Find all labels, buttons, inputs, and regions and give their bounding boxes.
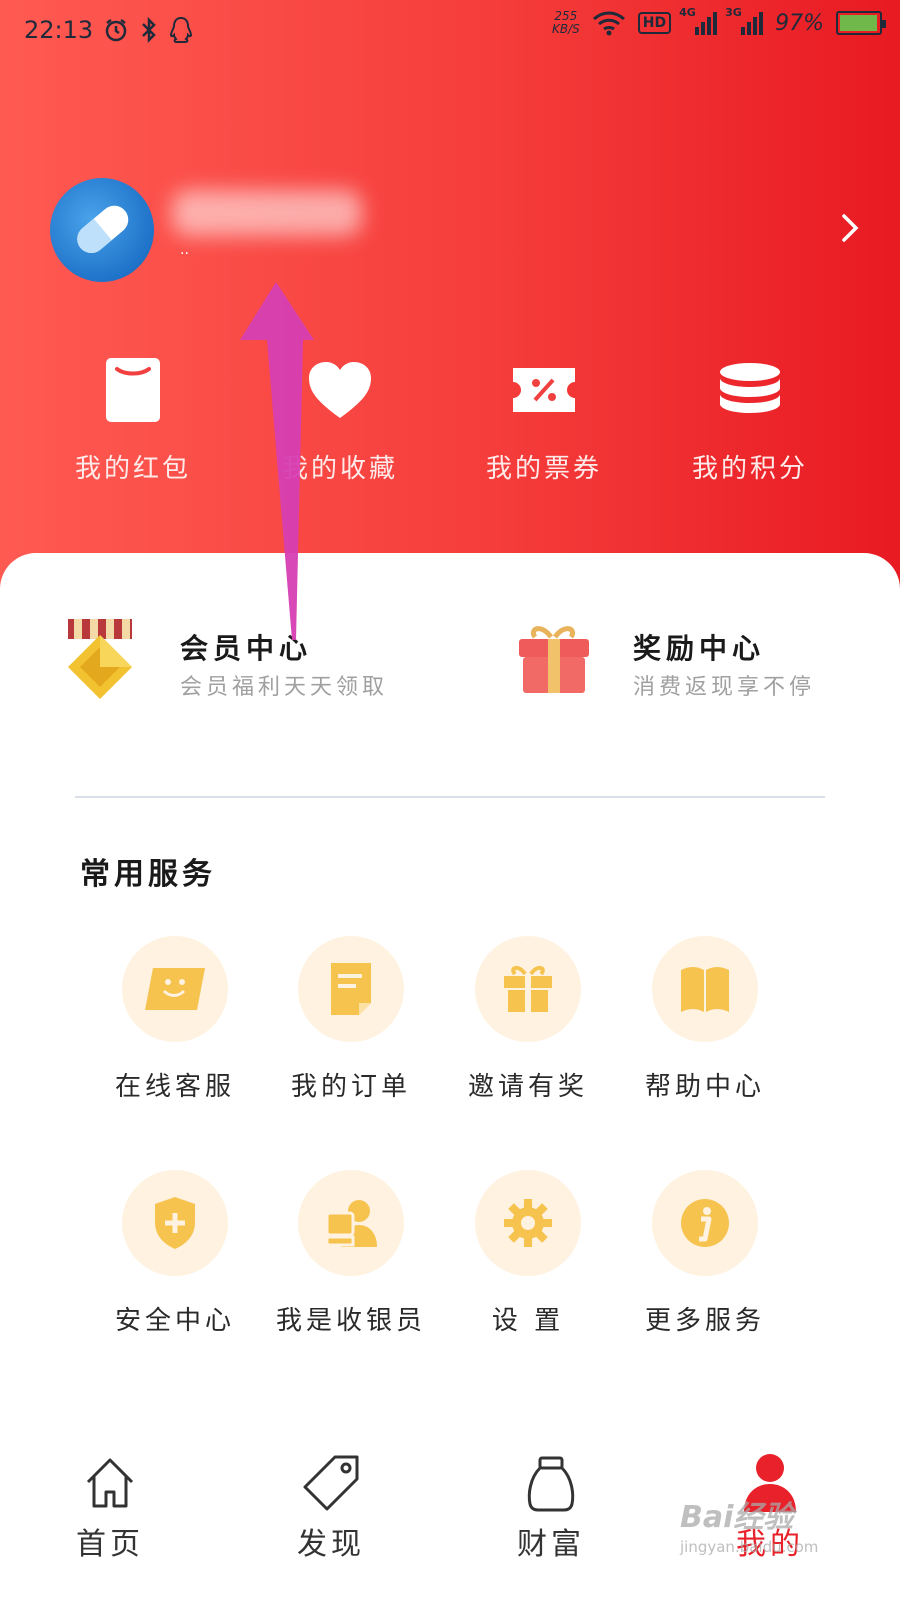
battery-icon xyxy=(836,11,886,35)
order-icon xyxy=(298,936,404,1042)
service-settings[interactable]: 设 置 xyxy=(448,1170,608,1350)
signal-4g-icon: 4G xyxy=(679,6,718,35)
red-envelope-icon xyxy=(93,350,173,430)
money-bag-icon xyxy=(519,1451,583,1515)
quick-item-points[interactable]: 我的积分 xyxy=(650,350,850,500)
network-speed: 255 KB/S xyxy=(551,9,580,36)
service-cashier[interactable]: 我是收银员 xyxy=(271,1170,431,1350)
service-help-center[interactable]: 帮助中心 xyxy=(625,936,785,1116)
gift-box-icon xyxy=(515,615,605,707)
divider xyxy=(75,796,825,798)
quick-item-favorites[interactable]: 我的收藏 xyxy=(240,350,440,500)
quick-item-red-envelope[interactable]: 我的红包 xyxy=(33,350,233,500)
info-icon xyxy=(652,1170,758,1276)
coins-icon xyxy=(710,350,790,430)
coupon-icon xyxy=(504,350,584,430)
member-center-card[interactable]: 会员中心 会员福利天天领取 xyxy=(62,615,462,715)
quick-actions: 我的红包 我的收藏 我的票券 我的积分 xyxy=(0,350,900,500)
nav-discover[interactable]: 发现 xyxy=(261,1435,401,1600)
signal-3g-icon: 3G xyxy=(725,6,764,35)
service-invite-reward[interactable]: 邀请有奖 xyxy=(448,936,608,1116)
chevron-right-icon[interactable] xyxy=(830,208,870,248)
home-icon xyxy=(78,1451,142,1515)
medal-icon xyxy=(62,615,152,707)
nav-wealth[interactable]: 财富 xyxy=(481,1435,621,1600)
cashier-icon xyxy=(298,1170,404,1276)
username-subtitle: .. xyxy=(180,242,189,258)
gift-icon xyxy=(475,936,581,1042)
bluetooth-icon xyxy=(139,17,159,43)
status-time: 22:13 xyxy=(24,16,94,44)
tag-icon xyxy=(299,1451,363,1515)
nav-home[interactable]: 首页 xyxy=(40,1435,180,1600)
status-bar: 22:13 255 KB/S HD 4G 3G 97% xyxy=(0,0,900,64)
qq-icon xyxy=(169,16,193,44)
service-online-support[interactable]: 在线客服 xyxy=(95,936,255,1116)
quick-item-coupons[interactable]: 我的票券 xyxy=(444,350,644,500)
username-blurred xyxy=(172,190,362,236)
service-my-orders[interactable]: 我的订单 xyxy=(271,936,431,1116)
pill-icon xyxy=(77,205,129,253)
service-more[interactable]: 更多服务 xyxy=(625,1170,785,1350)
gear-icon xyxy=(475,1170,581,1276)
services-title: 常用服务 xyxy=(80,857,216,892)
chat-icon xyxy=(122,936,228,1042)
book-icon xyxy=(652,936,758,1042)
watermark: Bai经验 jingyan.baidu.com xyxy=(680,1500,819,1556)
heart-icon xyxy=(300,350,380,430)
wifi-icon xyxy=(592,10,626,36)
profile-row[interactable]: .. xyxy=(50,178,870,282)
service-security-center[interactable]: 安全中心 xyxy=(95,1170,255,1350)
avatar[interactable] xyxy=(50,178,154,282)
hd-badge: HD xyxy=(637,12,672,34)
profile-header: 22:13 255 KB/S HD 4G 3G 97% .. 我的红包 我的收藏… xyxy=(0,0,900,600)
battery-percent: 97% xyxy=(775,10,824,36)
alarm-icon xyxy=(103,17,129,43)
shield-icon xyxy=(122,1170,228,1276)
reward-center-card[interactable]: 奖励中心 消费返现享不停 xyxy=(515,615,845,715)
